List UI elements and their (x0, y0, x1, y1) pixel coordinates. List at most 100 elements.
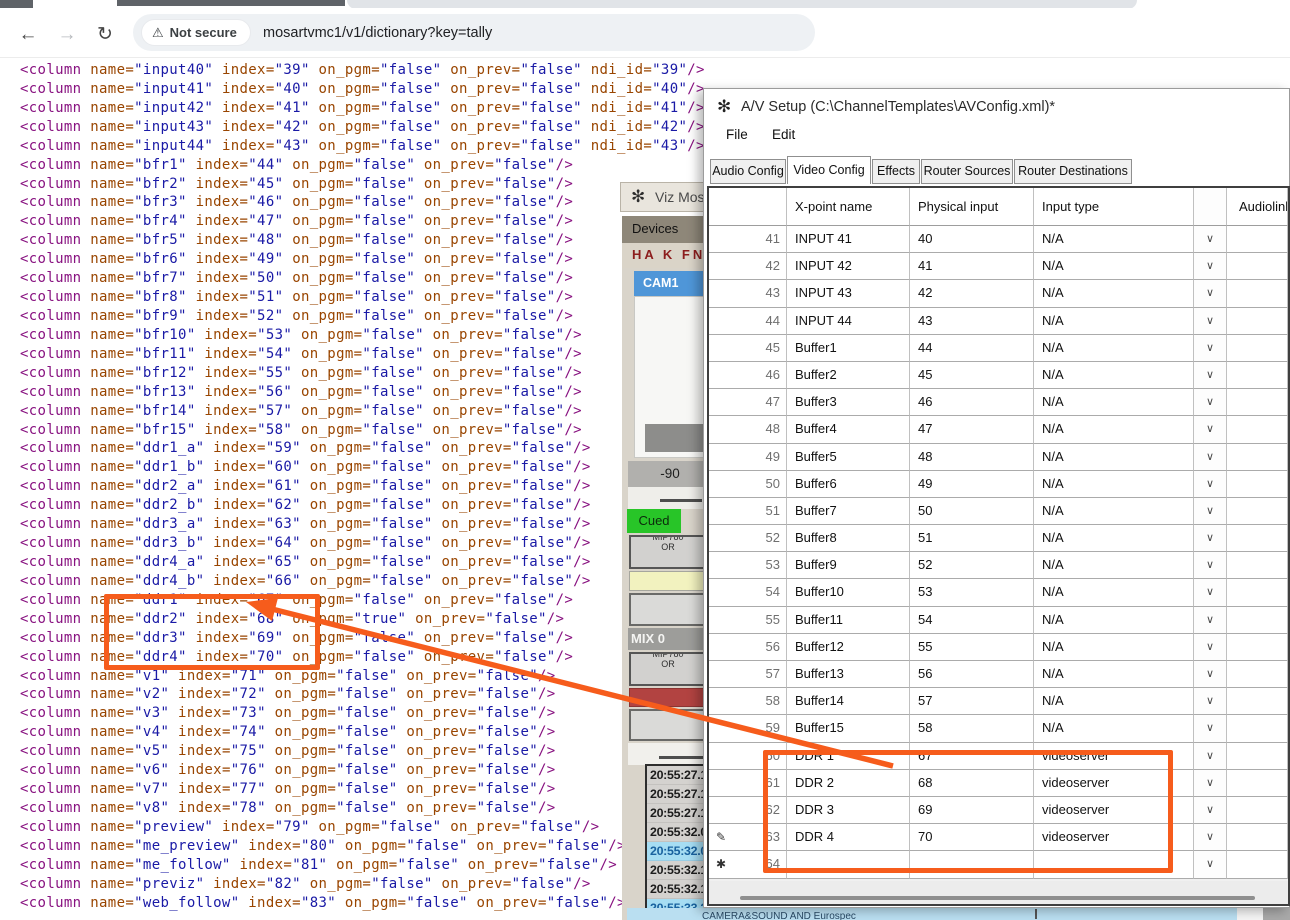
input-type-dropdown[interactable]: ∨ (1194, 498, 1227, 525)
row-header[interactable]: 58 (709, 688, 787, 715)
input-type-dropdown[interactable]: ∨ (1194, 444, 1227, 471)
cell-physical-input[interactable]: 46 (910, 389, 1034, 416)
camera-channel-header[interactable]: CAM1 (634, 271, 712, 296)
row-header[interactable]: 62 (709, 797, 787, 824)
horizontal-scrollbar[interactable] (709, 881, 1288, 904)
input-type-dropdown[interactable]: ∨ (1194, 525, 1227, 552)
input-type-dropdown[interactable]: ∨ (1194, 688, 1227, 715)
cell-audiolink[interactable] (1227, 226, 1288, 253)
cell-input-type[interactable]: N/A (1034, 634, 1194, 661)
input-type-dropdown[interactable]: ∨ (1194, 634, 1227, 661)
mix-clip-slot[interactable]: MIP780OR (629, 652, 707, 686)
tab-effects[interactable]: Effects (872, 159, 920, 184)
cell-physical-input[interactable]: 52 (910, 552, 1034, 579)
cell-audiolink[interactable] (1227, 362, 1288, 389)
row-header[interactable]: 64✱ (709, 851, 787, 878)
cell-xpoint-name[interactable]: INPUT 42 (787, 253, 910, 280)
cell-audiolink[interactable] (1227, 770, 1288, 797)
cell-input-type[interactable] (1034, 851, 1194, 878)
tab-video-config[interactable]: Video Config (787, 156, 871, 184)
cell-input-type[interactable]: N/A (1034, 335, 1194, 362)
row-header[interactable]: 48 (709, 416, 787, 443)
cell-audiolink[interactable] (1227, 308, 1288, 335)
cell-audiolink[interactable] (1227, 471, 1288, 498)
cell-audiolink[interactable] (1227, 389, 1288, 416)
cell-xpoint-name[interactable]: Buffer6 (787, 471, 910, 498)
cell-xpoint-name[interactable]: Buffer7 (787, 498, 910, 525)
cell-input-type[interactable]: N/A (1034, 661, 1194, 688)
fader-track[interactable] (628, 487, 712, 509)
address-bar[interactable]: ⚠Not secure mosartvmc1/v1/dictionary?key… (133, 14, 815, 51)
row-header[interactable]: 56 (709, 634, 787, 661)
cell-physical-input[interactable]: 68 (910, 770, 1034, 797)
tab-router-destinations[interactable]: Router Destinations (1014, 159, 1132, 184)
cell-xpoint-name[interactable]: Buffer12 (787, 634, 910, 661)
cell-physical-input[interactable]: 70 (910, 824, 1034, 851)
input-type-dropdown[interactable]: ∨ (1194, 824, 1227, 851)
cell-audiolink[interactable] (1227, 715, 1288, 742)
cell-input-type[interactable]: N/A (1034, 525, 1194, 552)
row-header[interactable]: 63✎ (709, 824, 787, 851)
input-type-dropdown[interactable]: ∨ (1194, 661, 1227, 688)
cell-xpoint-name[interactable]: DDR 1 (787, 743, 910, 770)
row-header[interactable]: 52 (709, 525, 787, 552)
cell-xpoint-name[interactable]: DDR 4 (787, 824, 910, 851)
scrollbar-thumb[interactable] (740, 896, 1255, 900)
input-type-dropdown[interactable]: ∨ (1194, 607, 1227, 634)
cell-physical-input[interactable]: 49 (910, 471, 1034, 498)
input-type-dropdown[interactable]: ∨ (1194, 280, 1227, 307)
cell-xpoint-name[interactable]: Buffer9 (787, 552, 910, 579)
cell-input-type[interactable]: N/A (1034, 280, 1194, 307)
cell-xpoint-name[interactable] (787, 851, 910, 878)
row-header[interactable]: 45 (709, 335, 787, 362)
row-header[interactable]: 51 (709, 498, 787, 525)
row-header[interactable]: 54 (709, 579, 787, 606)
cell-xpoint-name[interactable]: Buffer8 (787, 525, 910, 552)
cell-xpoint-name[interactable]: Buffer1 (787, 335, 910, 362)
cell-physical-input[interactable]: 54 (910, 607, 1034, 634)
input-type-dropdown[interactable]: ∨ (1194, 253, 1227, 280)
cell-audiolink[interactable] (1227, 634, 1288, 661)
cell-audiolink[interactable] (1227, 552, 1288, 579)
cell-physical-input[interactable]: 56 (910, 661, 1034, 688)
cell-input-type[interactable]: videoserver (1034, 797, 1194, 824)
cell-input-type[interactable]: N/A (1034, 471, 1194, 498)
cell-input-type[interactable]: N/A (1034, 498, 1194, 525)
cell-audiolink[interactable] (1227, 579, 1288, 606)
cell-xpoint-name[interactable]: INPUT 41 (787, 226, 910, 253)
row-header[interactable]: 46 (709, 362, 787, 389)
row-header[interactable]: 41 (709, 226, 787, 253)
cell-physical-input[interactable]: 51 (910, 525, 1034, 552)
cell-xpoint-name[interactable]: Buffer4 (787, 416, 910, 443)
cell-physical-input[interactable]: 43 (910, 308, 1034, 335)
cued-clip-slot[interactable]: MIP780OR (629, 535, 707, 569)
row-header[interactable]: 49 (709, 444, 787, 471)
fader-handle[interactable] (659, 756, 703, 759)
row-header[interactable]: 60 (709, 743, 787, 770)
cell-audiolink[interactable] (1227, 444, 1288, 471)
row-header[interactable]: 47 (709, 389, 787, 416)
cell-physical-input[interactable]: 40 (910, 226, 1034, 253)
row-header[interactable]: 57 (709, 661, 787, 688)
cell-xpoint-name[interactable]: INPUT 44 (787, 308, 910, 335)
cell-physical-input[interactable]: 67 (910, 743, 1034, 770)
cell-audiolink[interactable] (1227, 416, 1288, 443)
cell-audiolink[interactable] (1227, 253, 1288, 280)
row-header[interactable]: 44 (709, 308, 787, 335)
input-type-dropdown[interactable]: ∨ (1194, 308, 1227, 335)
cell-physical-input[interactable]: 55 (910, 634, 1034, 661)
input-type-dropdown[interactable]: ∨ (1194, 416, 1227, 443)
input-type-dropdown[interactable]: ∨ (1194, 389, 1227, 416)
cell-audiolink[interactable] (1227, 661, 1288, 688)
fader-track[interactable] (628, 743, 712, 765)
cell-xpoint-name[interactable]: Buffer13 (787, 661, 910, 688)
empty-clip-slot[interactable] (629, 593, 707, 626)
cell-input-type[interactable]: N/A (1034, 389, 1194, 416)
cell-xpoint-name[interactable]: Buffer14 (787, 688, 910, 715)
menu-file[interactable]: File (726, 127, 748, 142)
cell-input-type[interactable]: N/A (1034, 579, 1194, 606)
cell-audiolink[interactable] (1227, 335, 1288, 362)
cell-xpoint-name[interactable]: DDR 2 (787, 770, 910, 797)
cell-audiolink[interactable] (1227, 851, 1288, 878)
cell-physical-input[interactable]: 47 (910, 416, 1034, 443)
